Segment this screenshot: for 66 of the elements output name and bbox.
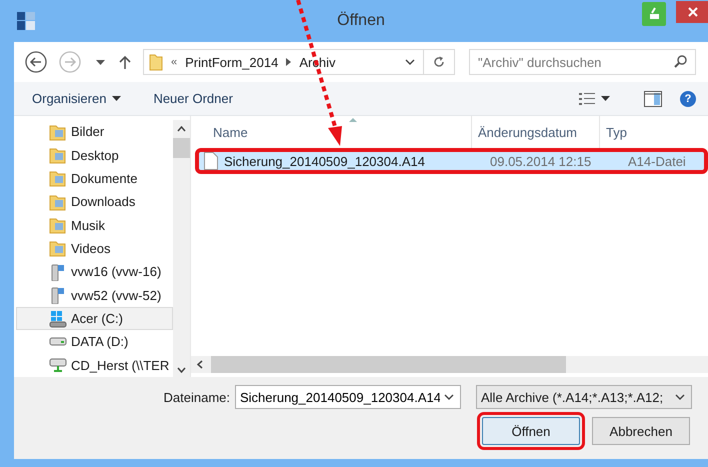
drive-icon <box>49 310 67 328</box>
file-type: A14-Datei <box>627 154 687 168</box>
help-button[interactable]: ? <box>680 90 696 106</box>
app-icon <box>16 11 36 31</box>
refresh-icon <box>433 56 445 68</box>
search-field[interactable]: "Archiv" durchsuchen <box>469 49 696 75</box>
sort-arrow-icon <box>349 118 357 122</box>
sidebar-item[interactable]: vvw52 (vvw-52) <box>16 284 173 307</box>
file-type-dropdown[interactable]: Alle Archive (*.A14;*.A13;*.A12; <box>476 385 692 409</box>
drive-icon <box>49 262 67 281</box>
breadcrumb[interactable]: Archiv <box>299 54 336 70</box>
up-arrow-icon[interactable] <box>119 55 131 69</box>
chevron-right-icon <box>286 58 292 66</box>
scroll-left-icon <box>197 360 203 369</box>
sidebar-item[interactable]: Dokumente <box>16 166 173 190</box>
folder-icon <box>49 146 67 164</box>
scrollbar[interactable] <box>191 356 708 373</box>
scrollbar-thumb[interactable] <box>211 356 566 373</box>
folder-icon <box>49 122 67 141</box>
close-button[interactable] <box>676 1 708 23</box>
file-date: 09.05.2014 12:15 <box>489 154 592 168</box>
dropdown-caret-icon <box>675 394 685 400</box>
close-icon <box>688 7 698 17</box>
file-row[interactable]: Sicherung_20140509_120304.A14 09.05.2014 12:15 A14-Datei <box>195 148 708 174</box>
scroll-down-icon <box>177 367 186 373</box>
scroll-up-icon <box>177 126 186 132</box>
dialog-button[interactable]: Abbrechen <box>592 417 690 445</box>
scrollbar[interactable] <box>173 120 190 377</box>
sidebar-item[interactable]: Musik <box>16 213 173 237</box>
dropdown-caret-icon[interactable] <box>405 59 415 65</box>
sidebar-item[interactable]: DATA (D:) <box>16 330 173 354</box>
sidebar-item[interactable]: Acer (C:) <box>16 306 173 330</box>
file-icon <box>204 152 218 170</box>
filename-label: Dateiname: <box>164 390 230 404</box>
file-name: Sicherung_20140509_120304.A14 <box>224 154 425 168</box>
sidebar-item[interactable]: vvw16 (vvw-16) <box>16 260 173 284</box>
address-bar[interactable]: « PrintForm_2014 Archiv <box>143 49 455 75</box>
sidebar-item[interactable]: Desktop <box>16 143 173 167</box>
overflow-chevron[interactable]: « <box>171 56 178 68</box>
toolbar-button[interactable]: Neuer Ordner <box>145 87 241 110</box>
folder-icon <box>149 53 163 71</box>
preview-pane-icon[interactable] <box>644 90 662 106</box>
sidebar-item[interactable]: Downloads <box>16 190 173 214</box>
breadcrumb[interactable]: PrintForm_2014 <box>185 54 278 70</box>
back-icon[interactable] <box>24 50 48 74</box>
sidebar-item[interactable]: Videos <box>16 236 173 260</box>
folder-icon <box>49 169 67 188</box>
list-view-icon <box>579 92 595 104</box>
search-icon <box>674 55 687 68</box>
drive-icon <box>49 358 67 372</box>
column-header[interactable]: Name <box>191 116 471 148</box>
scrollbar-thumb[interactable] <box>173 138 190 158</box>
caret-icon <box>112 96 122 101</box>
window-title: Öffnen <box>336 12 386 30</box>
caret-icon[interactable] <box>96 60 105 64</box>
drive-icon <box>49 286 67 304</box>
toolbar-button[interactable]: Organisieren <box>24 87 130 110</box>
folder-icon <box>49 216 67 234</box>
dropdown-caret-icon <box>444 394 454 400</box>
sidebar-item[interactable]: Bilder <box>16 120 173 144</box>
drive-icon <box>49 337 67 346</box>
folder-icon <box>49 192 67 211</box>
caret-icon <box>601 96 610 101</box>
folder-icon <box>49 239 67 258</box>
sidebar-item[interactable]: CD_Herst (\\TER <box>16 354 173 377</box>
tray-button-icon[interactable] <box>642 2 666 26</box>
